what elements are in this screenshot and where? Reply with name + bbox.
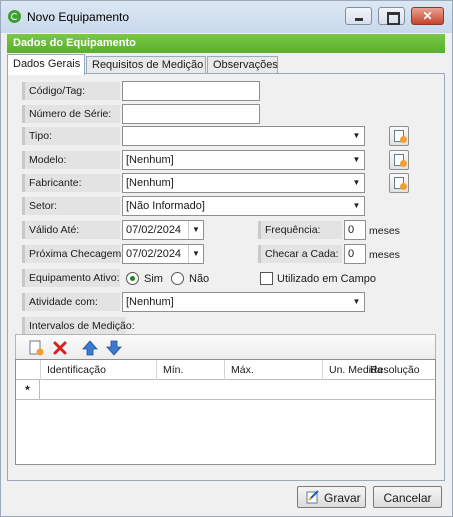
utilizado-campo-label: Utilizado em Campo [277, 273, 377, 285]
ativo-nao-label: Não [189, 273, 210, 285]
valido-value: 07/02/2024 [126, 224, 182, 236]
new-page-icon-badge [400, 136, 407, 143]
delete-row-icon[interactable] [52, 340, 68, 356]
title-bar: Novo Equipamento ✕ [1, 1, 452, 33]
close-button[interactable]: ✕ [411, 7, 444, 25]
grid-header: Identificação Mín. Máx. Un. Medida Resol… [16, 360, 435, 380]
chevron-down-icon: ▼ [352, 201, 361, 210]
col-min[interactable]: Mín. [156, 360, 224, 380]
section-header: Dados do Equipamento [7, 34, 445, 53]
chevron-down-icon: ▼ [352, 131, 361, 140]
cancelar-label: Cancelar [383, 491, 432, 505]
move-down-icon[interactable] [106, 340, 122, 356]
ativo-sim-radio[interactable] [126, 272, 139, 285]
new-row[interactable]: * [16, 380, 435, 400]
gravar-label: Gravar [324, 491, 361, 505]
fabricante-select[interactable]: [Nenhum] ▼ [122, 173, 365, 193]
codigo-input[interactable] [122, 81, 260, 101]
chevron-down-icon: ▼ [352, 155, 361, 164]
codigo-label: Código/Tag: [22, 82, 120, 100]
atividade-value: [Nenhum] [126, 296, 174, 308]
window-title: Novo Equipamento [27, 10, 130, 24]
fabricante-label: Fabricante: [22, 174, 120, 192]
save-icon [306, 490, 319, 504]
maximize-button[interactable] [378, 7, 405, 25]
minimize-button[interactable] [345, 7, 372, 25]
section-title: Dados do Equipamento [13, 37, 136, 49]
utilizado-campo-checkbox[interactable] [260, 272, 273, 285]
checar-input[interactable]: 0 [344, 244, 366, 264]
tab-requisitos-medicao[interactable]: Requisitos de Medição [86, 56, 206, 74]
cancelar-button[interactable]: Cancelar [373, 486, 442, 508]
tab-dados-gerais[interactable]: Dados Gerais [7, 54, 85, 75]
new-page-icon-badge [400, 183, 407, 190]
move-up-icon[interactable] [82, 340, 98, 356]
tipo-label: Tipo: [22, 127, 120, 145]
fabricante-lookup-button[interactable] [389, 173, 409, 193]
app-icon [8, 10, 21, 23]
serie-label: Número de Série: [22, 105, 120, 123]
atividade-label: Atividade com: [22, 293, 120, 311]
frequencia-input[interactable]: 0 [344, 220, 366, 240]
new-row-indicator: * [16, 380, 40, 400]
proxima-value: 07/02/2024 [126, 248, 182, 260]
close-icon: ✕ [422, 9, 433, 23]
intervalos-grid[interactable]: Identificação Mín. Máx. Un. Medida Resol… [15, 359, 436, 465]
checar-label: Checar a Cada: [258, 245, 342, 263]
add-row-icon[interactable] [28, 340, 44, 356]
setor-select[interactable]: [Não Informado] ▼ [122, 196, 365, 216]
gravar-button[interactable]: Gravar [297, 486, 366, 508]
fabricante-value: [Nenhum] [126, 177, 174, 189]
new-page-icon-badge [400, 160, 407, 167]
grid-toolbar [15, 334, 436, 360]
tipo-select[interactable]: ▼ [122, 126, 365, 146]
checar-unit: meses [369, 249, 400, 261]
ativo-label: Equipamento Ativo: [22, 269, 120, 287]
col-max[interactable]: Máx. [224, 360, 322, 380]
tab-observacoes[interactable]: Observações [207, 56, 278, 74]
setor-label: Setor: [22, 197, 120, 215]
col-identificacao[interactable]: Identificação [40, 360, 156, 380]
chevron-down-icon: ▼ [352, 297, 361, 306]
chevron-down-icon: ▼ [352, 178, 361, 187]
frequencia-unit: meses [369, 225, 400, 237]
valido-date-picker[interactable]: 07/02/2024 ▼ [122, 220, 204, 240]
chevron-down-icon: ▼ [188, 221, 203, 239]
proxima-label: Próxima Checagem: [22, 245, 124, 263]
setor-value: [Não Informado] [126, 200, 205, 212]
intervalos-label: Intervalos de Medição: [22, 317, 135, 335]
ativo-nao-radio[interactable] [171, 272, 184, 285]
proxima-date-picker[interactable]: 07/02/2024 ▼ [122, 244, 204, 264]
modelo-label: Modelo: [22, 151, 120, 169]
modelo-lookup-button[interactable] [389, 150, 409, 170]
window: Novo Equipamento ✕ Dados do Equipamento … [0, 0, 453, 517]
ativo-sim-label: Sim [144, 273, 163, 285]
valido-label: Válido Até: [22, 221, 120, 239]
modelo-value: [Nenhum] [126, 154, 174, 166]
modelo-select[interactable]: [Nenhum] ▼ [122, 150, 365, 170]
col-resolucao[interactable]: Resolução [364, 360, 435, 380]
chevron-down-icon: ▼ [188, 245, 203, 263]
tipo-lookup-button[interactable] [389, 126, 409, 146]
frequencia-label: Frequência: [258, 221, 342, 239]
serie-input[interactable] [122, 104, 260, 124]
atividade-select[interactable]: [Nenhum] ▼ [122, 292, 365, 312]
